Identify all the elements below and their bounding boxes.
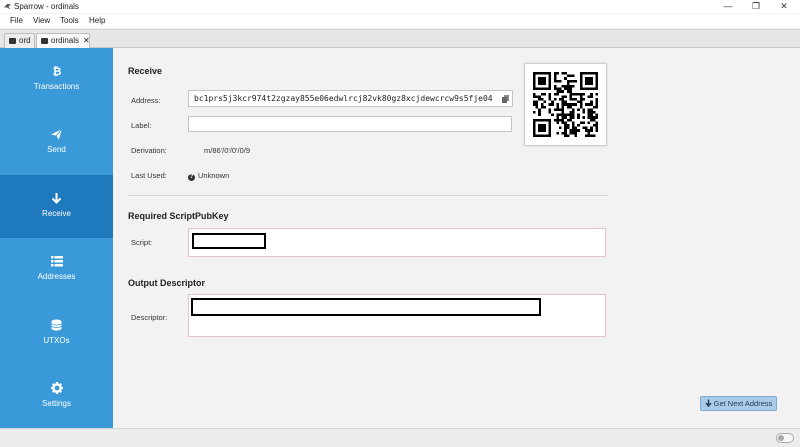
redaction-box (192, 233, 266, 249)
last-used-value: ? Unknown (188, 171, 230, 181)
derivation-label: Derivation: (131, 146, 167, 155)
sparrow-logo-icon (3, 2, 12, 11)
arrow-down-icon (0, 191, 113, 205)
menu-tools[interactable]: Tools (60, 16, 79, 25)
bitcoin-icon: ₿ (0, 64, 113, 78)
close-tab-icon[interactable]: ✕ (83, 36, 90, 45)
toggle-knob (778, 435, 784, 441)
sidebar-item-label: UTXOs (43, 336, 70, 345)
descriptor-label: Descriptor: (131, 313, 168, 322)
divider (128, 195, 608, 196)
wallet-icon (41, 38, 48, 44)
address-field[interactable]: bc1prs5j3kcr974t2zgzay855e06edwlrcj82vk8… (188, 90, 513, 107)
label-label: Label: (131, 121, 152, 130)
minimize-button[interactable]: — (716, 0, 740, 13)
script-label: Script: (131, 238, 153, 247)
sidebar-item-settings[interactable]: Settings (0, 365, 113, 428)
wallet-icon (9, 38, 16, 44)
sidebar-item-label: Addresses (37, 272, 76, 281)
question-icon: ? (188, 174, 195, 181)
address-value[interactable]: bc1prs5j3kcr974t2zgzay855e06edwlrcj82vk8… (194, 94, 493, 103)
tab-ord[interactable]: ord (4, 33, 35, 48)
menu-help[interactable]: Help (89, 16, 105, 25)
receive-title: Receive (128, 66, 163, 76)
copy-icon[interactable] (502, 95, 509, 103)
svg-text:₿: ₿ (52, 65, 61, 77)
menu-file[interactable]: File (10, 16, 23, 25)
tab-label: ord (19, 36, 31, 45)
script-field[interactable] (188, 228, 606, 257)
sidebar-item-receive[interactable]: Receive (0, 175, 113, 238)
scriptpubkey-title: Required ScriptPubKey (128, 211, 229, 221)
title-bar: Sparrow - ordinals — ❐ ✕ (0, 0, 800, 13)
sidebar: ₿ Transactions Send Receive Addresses UT… (0, 48, 113, 428)
list-icon (0, 254, 113, 268)
status-bar (0, 428, 800, 447)
sidebar-item-label: Receive (42, 209, 71, 218)
qr-code (524, 63, 607, 146)
arrow-down-icon (705, 398, 712, 411)
sidebar-item-label: Send (47, 145, 66, 154)
sidebar-item-label: Transactions (33, 82, 80, 91)
coins-icon (0, 318, 113, 332)
derivation-value: m/86'/0'/0'/0/9 (204, 146, 250, 155)
descriptor-field[interactable] (188, 294, 606, 337)
get-next-address-button[interactable]: Get Next Address (700, 396, 777, 411)
output-descriptor-title: Output Descriptor (128, 278, 206, 288)
maximize-button[interactable]: ❐ (744, 0, 768, 13)
sidebar-item-utxos[interactable]: UTXOs (0, 302, 113, 365)
menu-view[interactable]: View (33, 16, 50, 25)
sidebar-item-label: Settings (42, 399, 71, 408)
redaction-box (191, 298, 541, 316)
close-window-button[interactable]: ✕ (772, 0, 796, 13)
paper-plane-icon (0, 127, 113, 141)
label-field[interactable] (188, 116, 512, 132)
tab-label: ordinals (51, 36, 80, 45)
sidebar-item-send[interactable]: Send (0, 111, 113, 174)
window-title: Sparrow - ordinals (14, 2, 79, 11)
gear-icon (0, 381, 113, 395)
menu-bar: File View Tools Help (0, 14, 800, 28)
wallet-tab-bar: ord ordinals ✕ (0, 29, 800, 48)
sidebar-item-addresses[interactable]: Addresses (0, 238, 113, 301)
tab-ordinals[interactable]: ordinals ✕ (36, 33, 90, 48)
receive-panel: Receive Address: bc1prs5j3kcr974t2zgzay8… (113, 48, 800, 428)
address-label: Address: (131, 96, 161, 105)
last-used-label: Last Used: (131, 171, 167, 180)
connection-toggle[interactable] (776, 433, 794, 443)
sidebar-item-transactions[interactable]: ₿ Transactions (0, 48, 113, 111)
